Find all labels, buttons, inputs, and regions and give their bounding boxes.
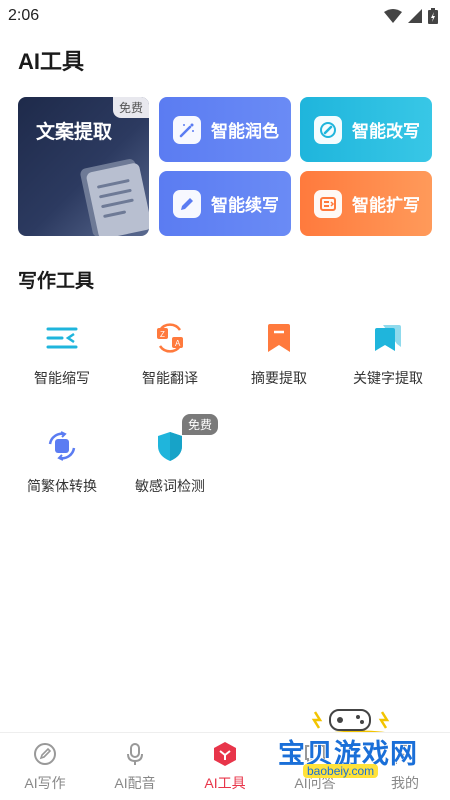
tab-ai-writing-label: AI写作	[24, 775, 66, 791]
copy-extract-card[interactable]: 文案提取 免费	[18, 97, 149, 236]
tool-convert-label: 简繁体转换	[27, 478, 97, 494]
battery-icon	[428, 8, 438, 24]
svg-text:A: A	[175, 339, 181, 348]
tab-ai-tools-label: AI工具	[204, 775, 246, 791]
tool-convert[interactable]: 简繁体转换	[12, 426, 112, 496]
polish-card[interactable]: 智能润色	[159, 97, 291, 162]
expand-label: 智能扩写	[352, 196, 420, 215]
tool-summary-label: 摘要提取	[251, 370, 307, 386]
ai-tools-title: AI工具	[18, 49, 85, 74]
tab-ai-voice[interactable]: AI配音	[90, 733, 180, 800]
tool-summary[interactable]: 摘要提取	[229, 318, 329, 388]
tool-translate[interactable]: ZA 智能翻译	[120, 318, 220, 388]
continue-card[interactable]: 智能续写	[159, 171, 291, 236]
signal-icon	[408, 9, 422, 23]
tab-ai-writing[interactable]: AI写作	[0, 733, 90, 800]
shorten-icon	[42, 318, 82, 358]
tab-ai-tools[interactable]: AI工具	[180, 733, 270, 800]
tool-sensitive-label: 敏感词检测	[135, 478, 205, 494]
tool-shorten[interactable]: 智能缩写	[12, 318, 112, 388]
edit-pen-icon	[314, 115, 342, 144]
tab-ai-voice-label: AI配音	[114, 775, 156, 791]
pencil-icon	[173, 189, 201, 218]
expand-card[interactable]: 智能扩写	[300, 171, 432, 236]
tool-translate-label: 智能翻译	[142, 370, 198, 386]
pen-circle-icon	[32, 741, 58, 767]
tool-keyword-label: 关键字提取	[353, 370, 423, 386]
tab-mine-label: 我的	[391, 775, 419, 791]
continue-label: 智能续写	[211, 196, 279, 215]
status-time: 2:06	[8, 7, 40, 24]
tool-shorten-label: 智能缩写	[34, 370, 90, 386]
rewrite-label: 智能改写	[352, 122, 420, 141]
tool-free-badge: 免费	[182, 414, 219, 435]
free-badge: 免费	[112, 97, 149, 118]
expand-text-icon	[314, 189, 342, 218]
bookmark-icon	[259, 318, 299, 358]
polish-label: 智能润色	[211, 122, 279, 141]
rewrite-card[interactable]: 智能改写	[300, 97, 432, 162]
tool-sensitive[interactable]: 敏感词检测	[120, 426, 220, 496]
watermark-url: baobeiy.com	[303, 764, 379, 778]
wifi-icon	[384, 9, 402, 23]
translate-icon: ZA	[150, 318, 190, 358]
status-icons	[384, 8, 438, 24]
gamepad-icon	[329, 709, 371, 731]
keyword-icon	[368, 318, 408, 358]
svg-text:Z: Z	[160, 330, 165, 339]
microphone-icon	[122, 741, 148, 767]
convert-icon	[42, 426, 82, 466]
cube-icon	[212, 741, 238, 767]
writing-tools-title: 写作工具	[18, 271, 95, 292]
status-bar: 2:06	[0, 0, 450, 32]
tool-keyword[interactable]: 关键字提取	[338, 318, 438, 388]
copy-extract-label: 文案提取	[36, 122, 113, 143]
magic-wand-icon	[173, 115, 201, 144]
document-icon	[80, 159, 149, 236]
